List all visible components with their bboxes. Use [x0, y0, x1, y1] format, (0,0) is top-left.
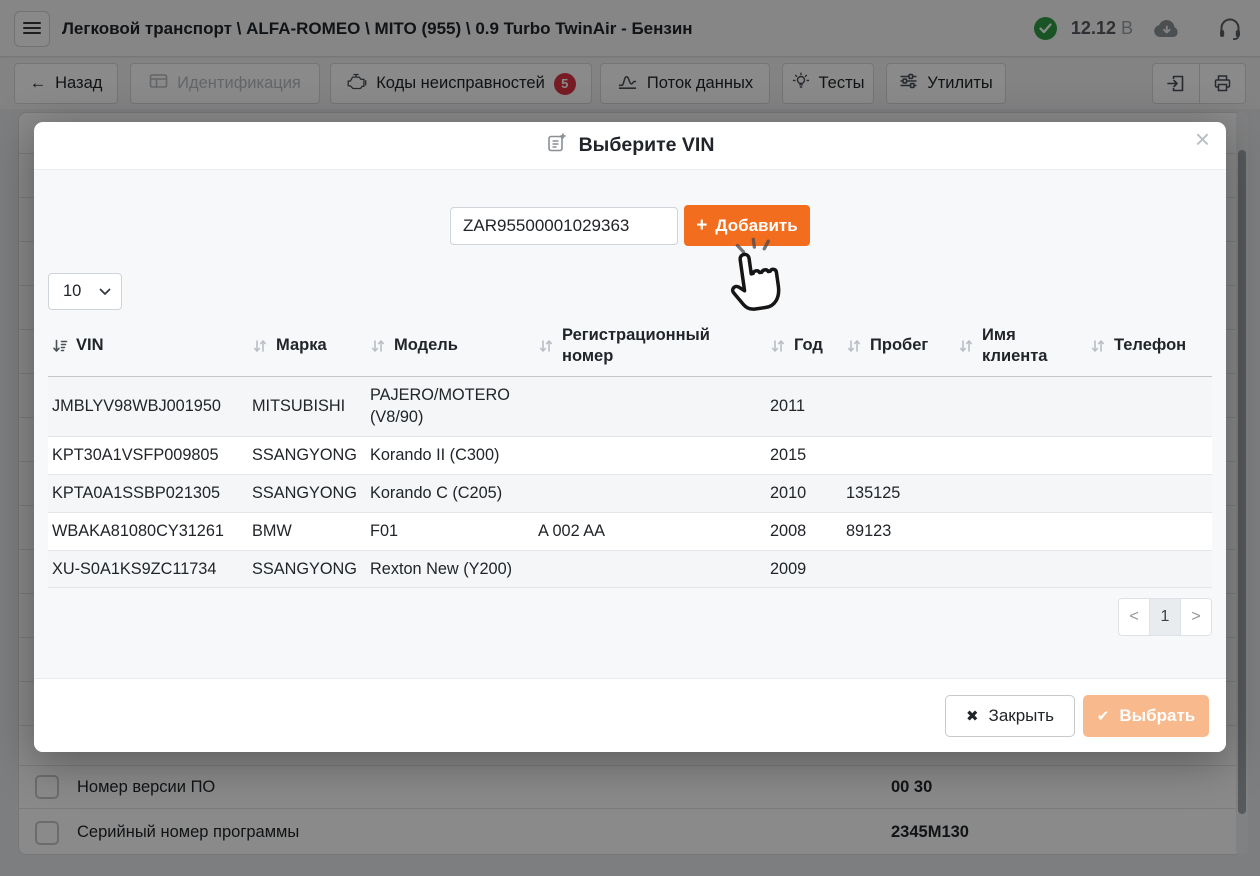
dialog-header: Выберите VIN × [34, 122, 1226, 170]
vin-table: VIN Марка Модель Регистрационный номер [48, 318, 1212, 588]
page-next-button[interactable]: > [1180, 598, 1212, 636]
table-row[interactable]: KPT30A1VSFP009805SSANGYONGKorando II (C3… [48, 437, 1212, 475]
sort-both-icon [252, 338, 268, 354]
sort-both-icon [846, 338, 862, 354]
sort-both-icon [958, 338, 974, 354]
sort-both-icon [538, 338, 554, 354]
table-header-row: VIN Марка Модель Регистрационный номер [48, 318, 1212, 376]
sort-both-icon [770, 338, 786, 354]
col-header-vin[interactable]: VIN [48, 318, 248, 376]
page-size-select[interactable]: 10 [48, 273, 122, 310]
close-dialog-button[interactable]: ✖ Закрыть [945, 695, 1075, 737]
col-header-year[interactable]: Год [766, 318, 842, 376]
plus-icon: + [696, 215, 707, 237]
vin-input[interactable] [450, 207, 678, 245]
select-vin-button[interactable]: ✔ Выбрать [1083, 695, 1209, 737]
check-icon: ✔ [1097, 707, 1110, 725]
sort-asc-icon [52, 338, 68, 354]
app-window: Легковой транспорт \ ALFA-ROMEO \ MITO (… [0, 0, 1260, 876]
dialog-title: Выберите VIN [579, 134, 715, 157]
add-vin-button[interactable]: + Добавить [684, 205, 810, 246]
sort-both-icon [370, 338, 386, 354]
chevron-down-icon [99, 282, 111, 301]
col-header-clientname[interactable]: Имя клиента [954, 318, 1086, 376]
page-current[interactable]: 1 [1149, 598, 1181, 636]
col-header-mileage[interactable]: Пробег [842, 318, 954, 376]
pagination: < 1 > [1118, 598, 1212, 636]
col-header-phone[interactable]: Телефон [1086, 318, 1212, 376]
cross-icon: ✖ [966, 707, 979, 725]
table-row[interactable]: KPTA0A1SSBP021305SSANGYONGKorando C (C20… [48, 474, 1212, 512]
table-row[interactable]: JMBLYV98WBJ001950MITSUBISHIPAJERO/MOTERO… [48, 376, 1212, 437]
table-row[interactable]: WBAKA81080CY31261BMWF01A 002 AA200889123 [48, 512, 1212, 550]
close-icon[interactable]: × [1195, 126, 1210, 152]
col-header-model[interactable]: Модель [366, 318, 534, 376]
vin-select-dialog: Выберите VIN × + Добавить 10 [34, 122, 1226, 752]
col-header-marka[interactable]: Марка [248, 318, 366, 376]
vin-list-add-icon [546, 132, 568, 159]
col-header-regnumber[interactable]: Регистрационный номер [534, 318, 766, 376]
dialog-footer: ✖ Закрыть ✔ Выбрать [34, 678, 1226, 752]
page-prev-button[interactable]: < [1118, 598, 1150, 636]
sort-both-icon [1090, 338, 1106, 354]
dialog-body: + Добавить 10 [34, 170, 1226, 678]
table-row[interactable]: XU-S0A1KS9ZC11734SSANGYONGRexton New (Y2… [48, 550, 1212, 588]
